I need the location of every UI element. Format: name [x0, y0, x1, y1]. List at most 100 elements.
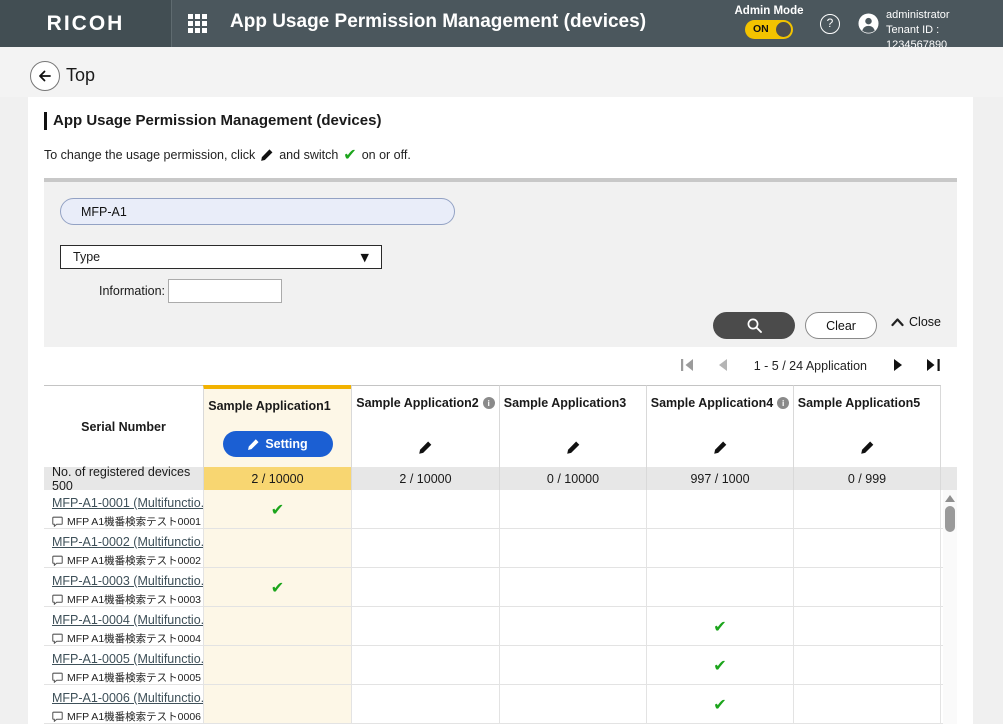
user-icon[interactable]: [858, 13, 879, 34]
permission-cell[interactable]: ✔: [793, 607, 941, 645]
permission-cell[interactable]: ✔: [203, 607, 351, 645]
permission-cell[interactable]: ✔: [499, 529, 646, 567]
permission-cell[interactable]: ✔: [203, 568, 351, 606]
permission-cell[interactable]: ✔: [793, 529, 941, 567]
app-header-2: Sample Application2 i: [351, 385, 499, 467]
info-icon[interactable]: i: [483, 397, 495, 409]
permission-cell[interactable]: ✔: [203, 529, 351, 567]
comment-icon: [52, 594, 63, 605]
device-link[interactable]: MFP-A1-0002 (Multifunctio...: [52, 535, 211, 549]
search-button[interactable]: [713, 312, 795, 339]
permission-cell[interactable]: ✔: [203, 685, 351, 723]
device-subtext: MFP A1機番検索テスト0001: [67, 514, 201, 529]
permission-cell[interactable]: ✔: [351, 685, 499, 723]
permission-cell[interactable]: ✔: [499, 607, 646, 645]
permission-cell[interactable]: ✔: [646, 529, 793, 567]
permission-cell[interactable]: ✔: [646, 490, 793, 528]
device-link[interactable]: MFP-A1-0001 (Multifunctio...: [52, 496, 211, 510]
permission-cell[interactable]: ✔: [351, 490, 499, 528]
close-button[interactable]: Close: [891, 315, 941, 329]
table-header-row: Serial Number Sample Application1 i Sett…: [44, 385, 957, 467]
previous-page-button[interactable]: [717, 358, 728, 374]
search-section: Type ▼ Information: Clear Close: [44, 178, 957, 347]
edit-permission-button[interactable]: [352, 439, 499, 457]
registered-count-app4: 997 / 1000: [646, 467, 793, 490]
toggle-state-label: ON: [753, 23, 769, 35]
admin-mode-label: Admin Mode: [733, 5, 805, 17]
permission-cell[interactable]: ✔: [351, 529, 499, 567]
back-arrow-icon: [37, 68, 53, 84]
ricoh-logo: RICOH: [47, 12, 125, 36]
permission-cell[interactable]: ✔: [646, 568, 793, 606]
admin-mode-toggle[interactable]: ON: [745, 20, 793, 39]
permission-cell[interactable]: ✔: [646, 607, 793, 645]
close-label: Close: [909, 315, 941, 329]
device-link[interactable]: MFP-A1-0006 (Multifunctio...: [52, 691, 211, 705]
permission-cell[interactable]: ✔: [793, 646, 941, 684]
page-title: App Usage Permission Management (devices…: [44, 112, 381, 130]
permission-cell[interactable]: ✔: [646, 685, 793, 723]
type-dropdown-label: Type: [73, 250, 100, 264]
permission-cell[interactable]: ✔: [793, 685, 941, 723]
edit-permission-button[interactable]: [647, 439, 793, 457]
information-label: Information:: [60, 284, 165, 298]
table-scrollbar[interactable]: [943, 490, 957, 724]
table-row: MFP-A1-0002 (Multifunctio... MFP A1機番検索テ…: [44, 529, 957, 568]
permission-cell[interactable]: ✔: [499, 646, 646, 684]
last-page-button[interactable]: [926, 358, 941, 374]
type-dropdown[interactable]: Type ▼: [60, 245, 382, 269]
scrollbar-thumb[interactable]: [945, 506, 955, 532]
permission-cell[interactable]: ✔: [351, 607, 499, 645]
permission-cell[interactable]: ✔: [793, 568, 941, 606]
permission-cell[interactable]: ✔: [793, 490, 941, 528]
next-page-button[interactable]: [893, 358, 904, 374]
app-title: App Usage Permission Management (devices…: [230, 11, 646, 33]
clear-button[interactable]: Clear: [805, 312, 877, 339]
permission-table: Serial Number Sample Application1 i Sett…: [44, 385, 957, 724]
information-input[interactable]: [168, 279, 282, 303]
apps-grid-icon[interactable]: [188, 14, 207, 33]
pencil-icon: [418, 440, 433, 455]
back-label[interactable]: Top: [66, 65, 95, 86]
device-link[interactable]: MFP-A1-0003 (Multifunctio...: [52, 574, 211, 588]
check-icon: ✔: [343, 145, 356, 164]
device-link[interactable]: MFP-A1-0004 (Multifunctio...: [52, 613, 211, 627]
keyword-input[interactable]: [60, 198, 455, 225]
permission-cell[interactable]: ✔: [351, 568, 499, 606]
device-subtext: MFP A1機番検索テスト0004: [67, 631, 201, 646]
help-icon[interactable]: ?: [820, 14, 840, 34]
edit-permission-button[interactable]: [500, 439, 646, 457]
table-row: MFP-A1-0003 (Multifunctio... MFP A1機番検索テ…: [44, 568, 957, 607]
pencil-icon: [713, 440, 728, 455]
info-icon[interactable]: i: [777, 397, 789, 409]
registered-devices-row: No. of registered devices 500 2 / 10000 …: [44, 467, 957, 490]
app-header-1: Sample Application1 i Setting: [203, 385, 351, 467]
chevron-down-icon: ▼: [361, 251, 369, 264]
permission-cell[interactable]: ✔: [646, 646, 793, 684]
device-subtext: MFP A1機番検索テスト0005: [67, 670, 201, 685]
app-header-5: Sample Application5 i: [793, 385, 941, 467]
permission-cell[interactable]: ✔: [351, 646, 499, 684]
comment-icon: [52, 633, 63, 644]
device-link[interactable]: MFP-A1-0005 (Multifunctio...: [52, 652, 211, 666]
device-subtext: MFP A1機番検索テスト0006: [67, 709, 201, 724]
permission-cell[interactable]: ✔: [499, 568, 646, 606]
chevron-up-icon: [891, 317, 904, 327]
scroll-up-arrow-icon[interactable]: [945, 495, 955, 502]
pagination-label: 1 - 5 / 24 Application: [754, 359, 867, 373]
permission-cell[interactable]: ✔: [499, 685, 646, 723]
serial-number-header: Serial Number: [44, 385, 203, 467]
permission-cell[interactable]: ✔: [203, 646, 351, 684]
registered-devices-label: No. of registered devices 500: [44, 467, 203, 490]
comment-icon: [52, 711, 63, 722]
back-button[interactable]: [30, 61, 60, 91]
setting-button[interactable]: Setting: [223, 431, 333, 457]
permission-cell[interactable]: ✔: [499, 490, 646, 528]
permission-cell[interactable]: ✔: [203, 490, 351, 528]
registered-count-app3: 0 / 10000: [499, 467, 646, 490]
first-page-button[interactable]: [680, 358, 695, 374]
table-row: MFP-A1-0001 (Multifunctio... MFP A1機番検索テ…: [44, 490, 957, 529]
admin-mode-group: Admin Mode ON: [733, 5, 805, 39]
toggle-knob: [776, 22, 791, 37]
edit-permission-button[interactable]: [794, 439, 940, 457]
